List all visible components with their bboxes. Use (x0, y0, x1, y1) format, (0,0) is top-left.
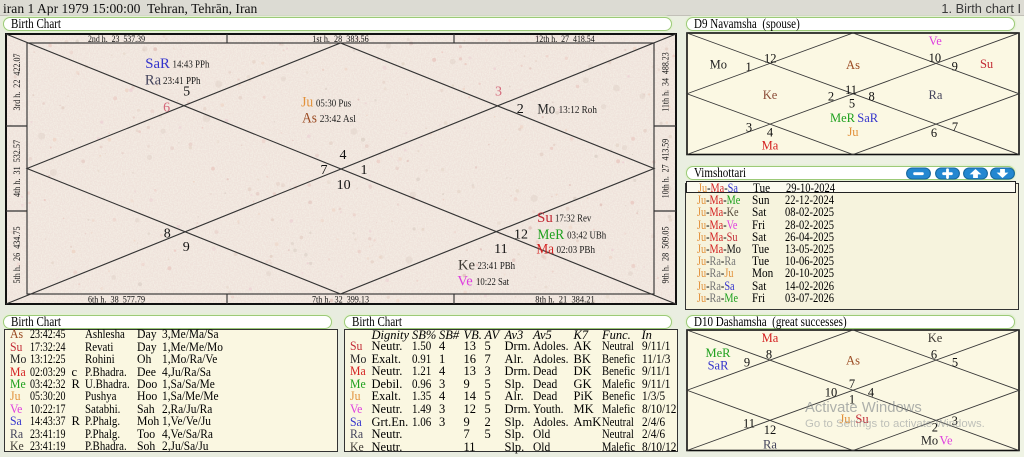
svg-text:7th h. 32 399.13: 7th h. 32 399.13 (312, 295, 369, 305)
svg-text:Ra: Ra (145, 73, 162, 89)
svg-text:SaR: SaR (708, 359, 730, 373)
svg-text:3: 3 (495, 85, 502, 100)
svg-text:Ke: Ke (458, 258, 475, 274)
svg-text:8: 8 (766, 348, 772, 362)
svg-text:Ma: Ma (762, 331, 779, 345)
svg-text:12: 12 (764, 423, 777, 437)
svg-text:Ju: Ju (847, 125, 859, 139)
svg-text:6: 6 (931, 126, 937, 140)
svg-text:3rd h. 22 422.07: 3rd h. 22 422.07 (13, 53, 23, 110)
svg-text:11: 11 (845, 83, 857, 97)
svg-text:4: 4 (767, 126, 774, 140)
svg-text:8: 8 (868, 90, 874, 104)
svg-text:1: 1 (745, 60, 751, 74)
svg-text:02:03 PBh: 02:03 PBh (557, 245, 596, 256)
svg-text:10: 10 (337, 178, 351, 193)
svg-text:Ve: Ve (939, 434, 953, 448)
svg-text:1st h. 28 383.56: 1st h. 28 383.56 (312, 35, 369, 45)
svg-text:6: 6 (931, 348, 937, 362)
svg-text:12: 12 (764, 52, 777, 66)
svg-text:7: 7 (952, 120, 958, 134)
svg-text:Ve: Ve (457, 273, 473, 289)
svg-text:5: 5 (183, 85, 190, 100)
svg-text:6th h. 38 577.79: 6th h. 38 577.79 (88, 295, 145, 305)
svg-text:10: 10 (825, 386, 838, 400)
svg-text:Ke: Ke (928, 331, 943, 345)
svg-text:12: 12 (514, 228, 528, 243)
svg-text:1: 1 (361, 163, 368, 178)
svg-text:4: 4 (868, 386, 875, 400)
svg-text:23:42 Asl: 23:42 Asl (320, 114, 356, 125)
svg-text:8: 8 (164, 226, 171, 241)
svg-text:Ju: Ju (301, 95, 314, 111)
svg-text:23:41 PPh: 23:41 PPh (163, 76, 201, 87)
svg-text:Mo: Mo (921, 434, 938, 448)
svg-text:As: As (846, 354, 860, 368)
svg-text:Ke: Ke (763, 88, 778, 102)
svg-text:10:22 Sat: 10:22 Sat (476, 277, 509, 288)
svg-text:SaR: SaR (857, 111, 879, 125)
svg-text:05:30 Pus: 05:30 Pus (316, 98, 351, 109)
svg-text:11th h. 34 488.23: 11th h. 34 488.23 (662, 52, 672, 112)
svg-text:As: As (846, 58, 860, 72)
svg-text:10th h. 27 413.59: 10th h. 27 413.59 (662, 139, 672, 199)
svg-text:14:43 PPh: 14:43 PPh (173, 59, 210, 70)
svg-text:13:12 Roh: 13:12 Roh (559, 105, 597, 116)
svg-text:5th h. 26 434.75: 5th h. 26 434.75 (13, 226, 23, 283)
svg-text:9: 9 (744, 356, 750, 370)
svg-text:7: 7 (849, 377, 855, 391)
svg-text:7: 7 (321, 163, 328, 178)
svg-text:2nd h. 23 537.39: 2nd h. 23 537.39 (88, 35, 145, 45)
svg-text:9: 9 (183, 240, 190, 255)
svg-text:03:42 UBh: 03:42 UBh (567, 230, 606, 241)
svg-text:4th h. 31 532.57: 4th h. 31 532.57 (13, 140, 23, 197)
svg-text:8th h. 21 384.21: 8th h. 21 384.21 (535, 295, 595, 305)
svg-text:Ma: Ma (762, 139, 779, 153)
svg-text:MeR: MeR (830, 111, 856, 125)
svg-text:Su: Su (980, 57, 994, 71)
svg-text:As: As (302, 111, 317, 127)
svg-text:9: 9 (952, 60, 958, 74)
svg-text:23:41 PBh: 23:41 PBh (478, 261, 516, 272)
svg-text:5: 5 (849, 97, 855, 111)
svg-text:9th h. 28 509.05: 9th h. 28 509.05 (662, 226, 672, 283)
svg-text:3: 3 (746, 121, 752, 135)
svg-text:SaR: SaR (145, 56, 170, 72)
svg-text:Mo: Mo (710, 58, 727, 72)
svg-text:6: 6 (163, 101, 170, 116)
svg-text:Ra: Ra (763, 438, 777, 452)
svg-text:Su: Su (537, 210, 553, 226)
svg-text:11: 11 (494, 242, 507, 257)
svg-text:Ve: Ve (929, 34, 943, 48)
svg-text:5: 5 (952, 356, 958, 370)
svg-text:Mo: Mo (537, 102, 555, 118)
svg-text:4: 4 (340, 148, 347, 163)
svg-text:2: 2 (828, 90, 834, 104)
svg-text:11: 11 (743, 417, 755, 431)
svg-text:Ma: Ma (536, 241, 554, 257)
svg-text:2: 2 (517, 102, 524, 117)
svg-text:10: 10 (929, 51, 942, 65)
svg-text:12th h. 27 418.54: 12th h. 27 418.54 (535, 35, 595, 45)
svg-text:Ra: Ra (929, 88, 943, 102)
svg-text:17:32 Rev: 17:32 Rev (555, 214, 591, 225)
